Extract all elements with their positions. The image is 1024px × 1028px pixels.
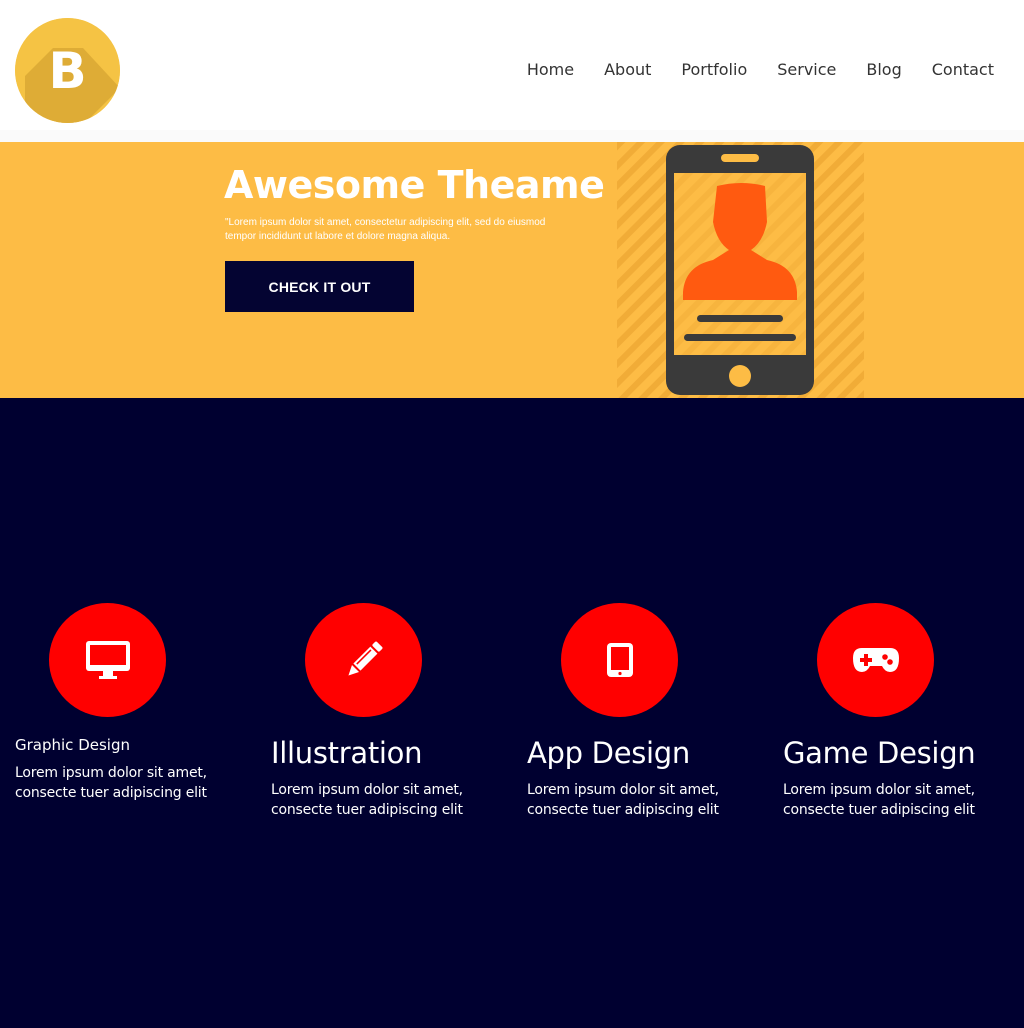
nav-portfolio[interactable]: Portfolio bbox=[681, 58, 747, 82]
graphic-design-desc: Lorem ipsum dolor sit amet, consecte tue… bbox=[15, 765, 207, 801]
nav-blog[interactable]: Blog bbox=[866, 58, 901, 82]
game-design-desc: Lorem ipsum dolor sit amet, consecte tue… bbox=[783, 782, 975, 818]
hero-text: "Lorem ipsum dolor sit amet, consectetur… bbox=[225, 217, 546, 242]
main-nav: Home About Portfolio Service Blog Contac… bbox=[497, 58, 994, 82]
nav-service[interactable]: Service bbox=[777, 58, 836, 82]
header-divider bbox=[0, 130, 1024, 142]
pencil-icon bbox=[347, 641, 382, 676]
hero-title: Awesome Theame bbox=[224, 163, 605, 207]
app-design-circle[interactable] bbox=[561, 603, 678, 717]
check-it-out-button[interactable]: CHECK IT OUT bbox=[225, 261, 414, 312]
nav-contact[interactable]: Contact bbox=[932, 58, 994, 82]
nav-about[interactable]: About bbox=[604, 58, 651, 82]
smartphone-profile-icon bbox=[617, 142, 864, 398]
game-design-circle[interactable] bbox=[817, 603, 934, 717]
app-design-title: App Design bbox=[527, 736, 690, 770]
graphic-design-circle[interactable] bbox=[49, 603, 166, 717]
illustration-title: Illustration bbox=[271, 736, 423, 770]
hero-banner: Awesome Theame "Lorem ipsum dolor sit am… bbox=[0, 142, 1024, 398]
site-header: B Home About Portfolio Service Blog Cont… bbox=[0, 0, 1024, 130]
logo-b-icon: B bbox=[15, 18, 120, 123]
logo[interactable]: B bbox=[15, 18, 120, 123]
graphic-design-title: Graphic Design bbox=[15, 736, 130, 754]
illustration-circle[interactable] bbox=[305, 603, 422, 717]
game-design-title: Game Design bbox=[783, 736, 976, 770]
illustration-desc: Lorem ipsum dolor sit amet, consecte tue… bbox=[271, 782, 463, 818]
nav-home[interactable]: Home bbox=[527, 58, 574, 82]
monitor-icon bbox=[85, 641, 130, 679]
svg-text:B: B bbox=[48, 42, 86, 100]
gamepad-icon bbox=[852, 648, 899, 672]
app-design-desc: Lorem ipsum dolor sit amet, consecte tue… bbox=[527, 782, 719, 818]
tablet-icon bbox=[606, 643, 633, 677]
